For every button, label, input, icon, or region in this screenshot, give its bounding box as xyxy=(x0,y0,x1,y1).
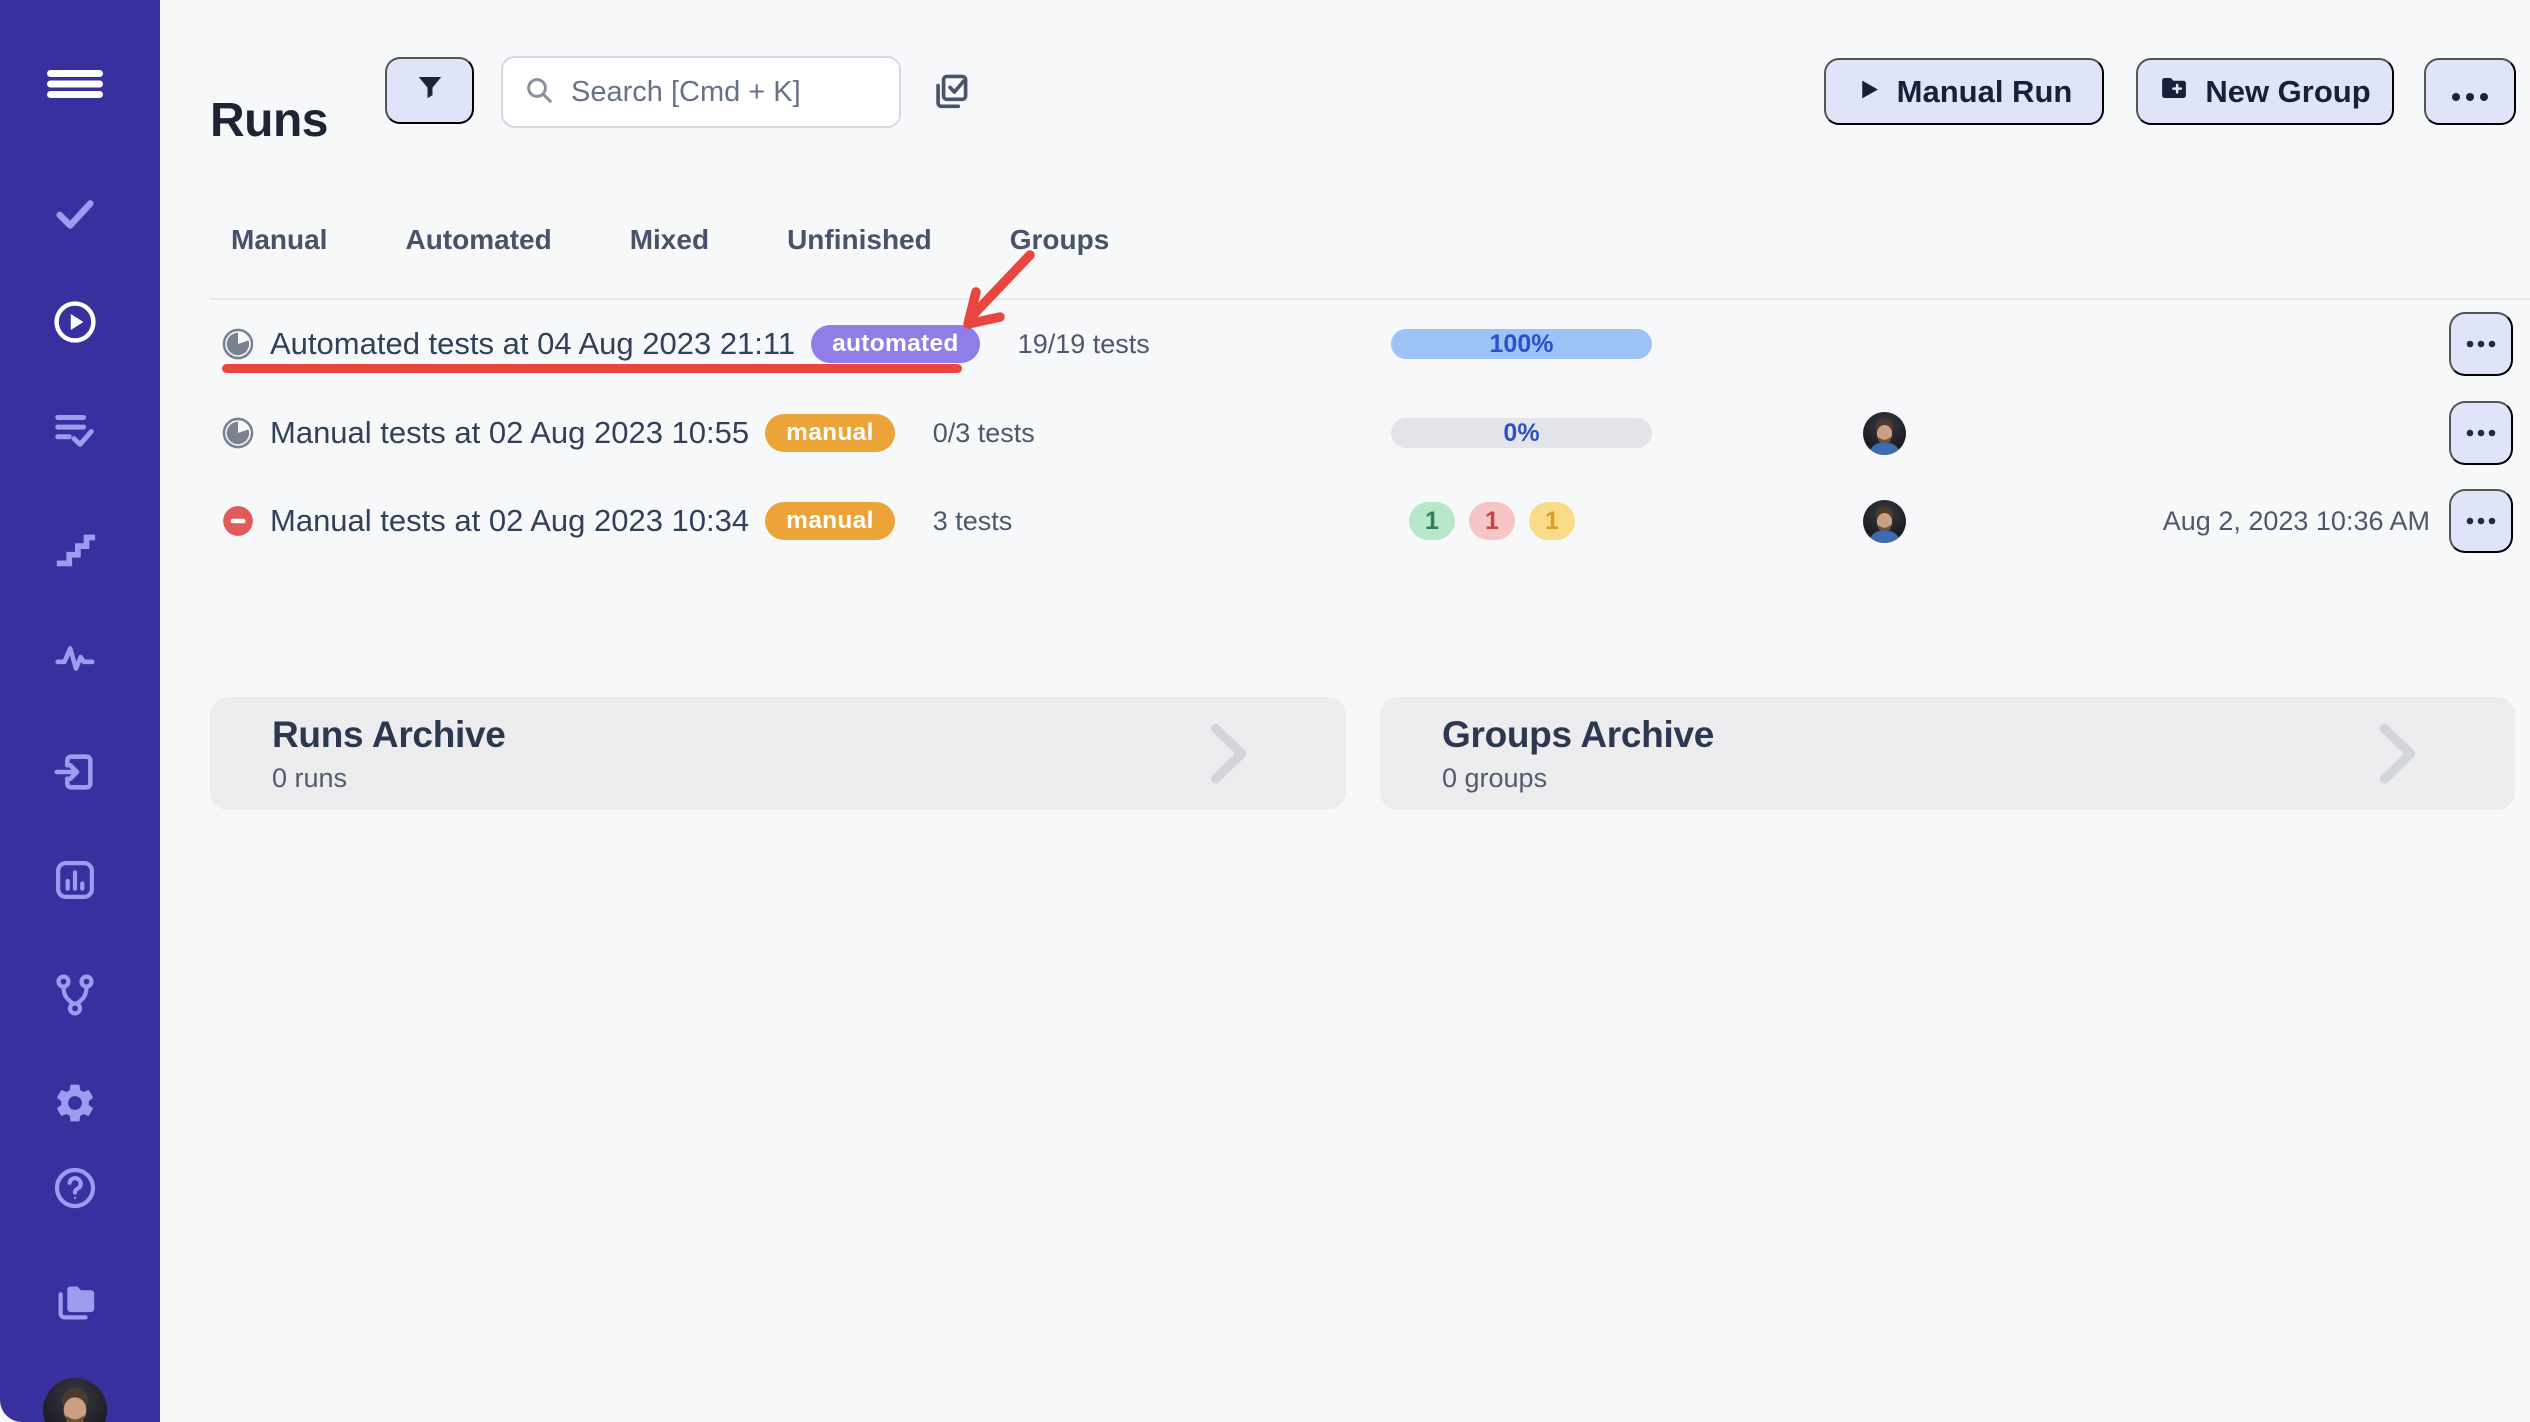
ellipsis-icon xyxy=(2451,74,2489,110)
count-badge-green: 1 xyxy=(1409,502,1455,540)
run-status-pie-icon xyxy=(222,417,254,449)
search-icon xyxy=(523,74,555,111)
run-title[interactable]: Manual tests at 02 Aug 2023 10:55 xyxy=(270,415,749,451)
archive-subtitle: 0 groups xyxy=(1442,763,2515,794)
progress-label: 0% xyxy=(1391,418,1652,448)
blocked-status-icon xyxy=(222,505,254,537)
play-icon xyxy=(1856,74,1881,110)
run-type-badge: manual xyxy=(765,414,895,452)
tab-manual[interactable]: Manual xyxy=(231,224,327,256)
app-window: Runs Manual Run New Group Manual Automat xyxy=(0,0,2530,1422)
funnel-icon xyxy=(415,72,445,110)
tests-summary: 0/3 tests xyxy=(933,418,1035,449)
menu-icon[interactable] xyxy=(47,70,103,98)
result-counts: 1 1 1 xyxy=(1409,502,1575,540)
annotation-arrow xyxy=(930,240,1060,350)
assignee-avatar[interactable] xyxy=(1863,412,1906,455)
count-badge-red: 1 xyxy=(1469,502,1515,540)
sidebar xyxy=(0,0,160,1422)
run-status-pie-icon xyxy=(222,328,254,360)
finished-at: Aug 2, 2023 10:36 AM xyxy=(2163,506,2430,537)
folder-plus-icon xyxy=(2159,73,2189,111)
tests-summary: 3 tests xyxy=(933,506,1013,537)
new-group-button[interactable]: New Group xyxy=(2136,58,2394,125)
run-title[interactable]: Manual tests at 02 Aug 2023 10:34 xyxy=(270,503,749,539)
multi-select-icon[interactable] xyxy=(928,70,972,114)
folders-icon[interactable] xyxy=(52,1279,98,1325)
help-icon[interactable] xyxy=(52,1165,98,1211)
header-more-button[interactable] xyxy=(2424,58,2516,125)
manual-run-label: Manual Run xyxy=(1897,74,2073,110)
run-row: Automated tests at 04 Aug 2023 21:11 aut… xyxy=(0,300,2530,388)
run-row: Manual tests at 02 Aug 2023 10:55 manual… xyxy=(0,389,2530,477)
tab-mixed[interactable]: Mixed xyxy=(630,224,709,256)
bar-chart-icon[interactable] xyxy=(52,857,98,903)
row-more-button[interactable] xyxy=(2449,312,2513,376)
run-title[interactable]: Automated tests at 04 Aug 2023 21:11 xyxy=(270,326,795,362)
run-row: Manual tests at 02 Aug 2023 10:34 manual… xyxy=(0,477,2530,565)
user-avatar[interactable] xyxy=(43,1378,107,1422)
progress-bar: 100% xyxy=(1391,329,1652,359)
archive-subtitle: 0 runs xyxy=(272,763,1346,794)
branch-icon[interactable] xyxy=(52,972,98,1018)
progress-label: 100% xyxy=(1391,329,1652,359)
row-more-button[interactable] xyxy=(2449,489,2513,553)
page-title: Runs xyxy=(210,92,328,150)
count-badge-yellow: 1 xyxy=(1529,502,1575,540)
groups-archive-card[interactable]: Groups Archive 0 groups xyxy=(1380,697,2515,810)
search-input[interactable] xyxy=(569,75,950,110)
tab-automated[interactable]: Automated xyxy=(405,224,551,256)
chevron-right-icon xyxy=(2377,721,2419,787)
progress-bar: 0% xyxy=(1391,418,1652,448)
check-icon[interactable] xyxy=(52,190,98,236)
archive-title: Groups Archive xyxy=(1442,714,2515,756)
gear-icon[interactable] xyxy=(52,1080,98,1126)
run-type-badge: manual xyxy=(765,502,895,540)
chevron-right-icon xyxy=(1208,721,1250,787)
tab-unfinished[interactable]: Unfinished xyxy=(787,224,932,256)
search-box xyxy=(501,56,901,128)
manual-run-button[interactable]: Manual Run xyxy=(1824,58,2104,125)
pulse-icon[interactable] xyxy=(52,635,98,681)
assignee-avatar[interactable] xyxy=(1863,500,1906,543)
runs-archive-card[interactable]: Runs Archive 0 runs xyxy=(210,697,1346,810)
import-icon[interactable] xyxy=(52,749,98,795)
filter-button[interactable] xyxy=(385,57,474,124)
new-group-label: New Group xyxy=(2205,74,2370,110)
row-more-button[interactable] xyxy=(2449,401,2513,465)
annotation-underline xyxy=(222,364,962,373)
archive-title: Runs Archive xyxy=(272,714,1346,756)
